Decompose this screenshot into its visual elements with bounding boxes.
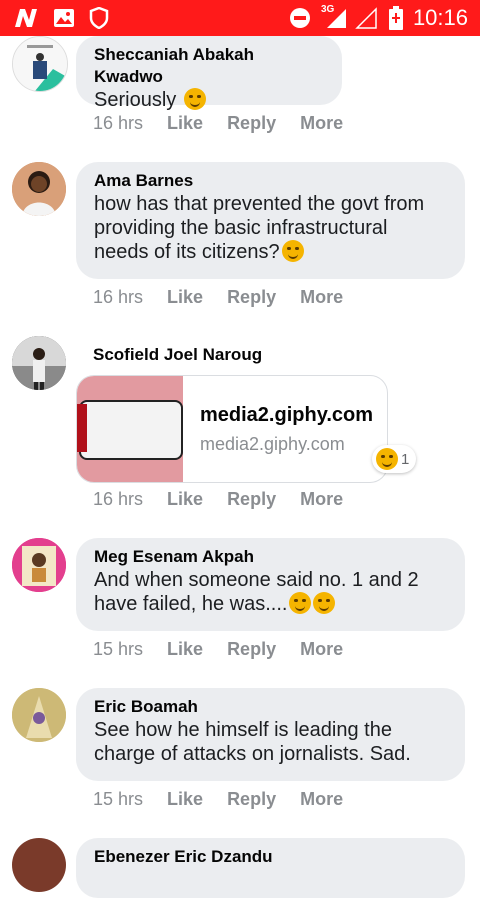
more-button[interactable]: More	[300, 489, 343, 510]
status-bar: 3G 10:16	[0, 0, 480, 36]
signal-2-icon	[354, 6, 378, 30]
like-button[interactable]: Like	[167, 789, 203, 810]
comment-actions: 16 hrs Like Reply More	[93, 489, 367, 510]
comment-actions: 16 hrs Like Reply More	[93, 287, 367, 308]
comment-time: 16 hrs	[93, 489, 144, 509]
comment-actions: 15 hrs Like Reply More	[93, 789, 367, 810]
more-button[interactable]: More	[300, 113, 343, 134]
more-button[interactable]: More	[300, 287, 343, 308]
comment-actions: 15 hrs Like Reply More	[93, 639, 367, 660]
link-thumbnail	[77, 376, 183, 482]
battery-icon	[388, 6, 404, 30]
like-button[interactable]: Like	[167, 113, 203, 134]
comment-text: Seriously	[94, 89, 177, 111]
comment-author[interactable]: Ebenezer Eric Dzandu	[94, 846, 447, 868]
comment-author[interactable]: Eric Boamah	[94, 696, 447, 718]
reply-button[interactable]: Reply	[227, 639, 276, 660]
comment-text: See how he himself is leading the charge…	[94, 719, 411, 765]
reaction-emoji-icon	[376, 448, 398, 470]
comment-bubble[interactable]: Meg Esenam Akpah And when someone said n…	[76, 538, 465, 631]
reply-button[interactable]: Reply	[227, 489, 276, 510]
avatar[interactable]	[12, 688, 66, 742]
reaction-count-value: 1	[401, 450, 410, 468]
shield-icon	[88, 6, 110, 30]
comment-actions: 16 hrs Like Reply More	[93, 113, 367, 134]
do-not-disturb-icon	[288, 6, 312, 30]
clock: 10:16	[412, 5, 468, 30]
comment-time: 15 hrs	[93, 789, 144, 809]
avatar[interactable]	[12, 538, 66, 592]
like-button[interactable]: Like	[167, 639, 203, 660]
comment-bubble[interactable]: Sheccaniah Abakah Kwadwo Seriously	[76, 36, 342, 111]
comment-bubble[interactable]: Ama Barnes how has that prevented the go…	[76, 162, 465, 279]
comment-author[interactable]: Meg Esenam Akpah	[94, 546, 447, 568]
link-preview-card[interactable]: media2.giphy.com media2.giphy.com	[76, 375, 388, 483]
reply-button[interactable]: Reply	[227, 287, 276, 308]
reply-button[interactable]: Reply	[227, 113, 276, 134]
avatar[interactable]	[12, 336, 66, 390]
link-title: media2.giphy.com	[200, 404, 374, 426]
reaction-count[interactable]: 1	[372, 445, 416, 473]
reply-button[interactable]: Reply	[227, 789, 276, 810]
signal-icon	[324, 6, 348, 30]
comment-author[interactable]: Scofield Joel Naroug	[93, 344, 262, 366]
comment-time: 16 hrs	[93, 113, 144, 133]
gallery-icon	[52, 6, 76, 30]
avatar[interactable]	[12, 838, 66, 892]
comment-time: 16 hrs	[93, 287, 144, 307]
thinking-emoji-icon	[281, 240, 304, 262]
link-domain: media2.giphy.com	[200, 434, 345, 454]
comment-author[interactable]: Sheccaniah Abakah Kwadwo	[94, 44, 324, 88]
avatar[interactable]	[12, 162, 66, 216]
more-button[interactable]: More	[300, 639, 343, 660]
smirk-emoji-icon	[313, 592, 336, 614]
app-n-icon	[12, 6, 40, 30]
comment-text: how has that prevented the govt from pro…	[94, 193, 425, 263]
comment-bubble[interactable]: Ebenezer Eric Dzandu	[76, 838, 465, 898]
comment-text: And when someone said no. 1 and 2 have f…	[94, 569, 419, 615]
like-button[interactable]: Like	[167, 287, 203, 308]
comment-author[interactable]: Ama Barnes	[94, 170, 447, 192]
comment-bubble[interactable]: Eric Boamah See how he himself is leadin…	[76, 688, 465, 781]
smirk-emoji-icon	[289, 592, 312, 614]
avatar[interactable]	[12, 36, 68, 92]
more-button[interactable]: More	[300, 789, 343, 810]
laughing-emoji-icon	[183, 88, 206, 110]
comment-time: 15 hrs	[93, 639, 144, 659]
like-button[interactable]: Like	[167, 489, 203, 510]
